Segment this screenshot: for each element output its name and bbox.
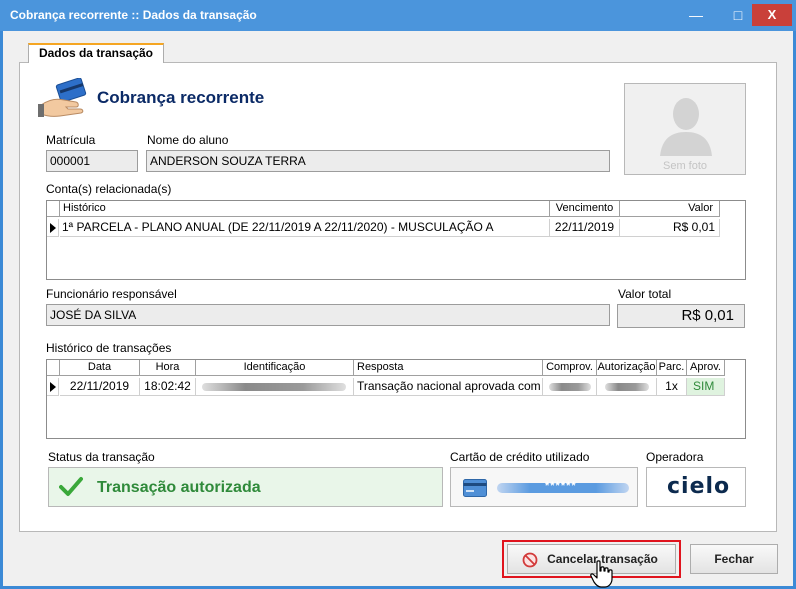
fechar-button[interactable]: Fechar [690,544,778,574]
window-title: Cobrança recorrente :: Dados da transaçã… [10,8,257,22]
redacted-comprov [549,383,591,391]
minimize-button[interactable]: — [676,0,716,31]
valor-total-label: Valor total [618,287,672,301]
transacoes-label: Histórico de transações [46,341,172,355]
close-window-button[interactable]: X [752,4,792,26]
status-label: Status da transação [48,450,155,464]
transacao-aprov-cell[interactable]: SIM [687,378,725,396]
cielo-logo: cielo [667,474,731,499]
matricula-field[interactable]: 000001 [46,150,138,172]
transacao-identificacao-cell[interactable] [196,378,354,396]
redacted-identificacao [202,383,346,391]
tab-dados-transacao[interactable]: Dados da transação [28,43,164,63]
row-indicator-icon [47,378,59,396]
valor-total-field[interactable]: R$ 0,01 [617,304,745,328]
transacao-parc-cell[interactable]: 1x [657,378,687,396]
transacoes-header-aprov[interactable]: Aprov. [687,360,725,376]
contas-header-vencimento[interactable]: Vencimento [550,201,620,217]
transacao-comprov-cell[interactable] [543,378,597,396]
contas-header-valor[interactable]: Valor [620,201,720,217]
transacao-resposta-cell[interactable]: Transação nacional aprovada com [354,378,543,396]
contas-header-indicator [47,201,60,217]
hand-card-icon [38,78,87,117]
photo-caption: Sem foto [662,160,708,172]
transacoes-header-indicator [47,360,60,376]
matricula-label: Matrícula [46,133,96,147]
transacoes-header-autorizacao[interactable]: Autorização [597,360,657,376]
card-number-masked: ****** [545,480,577,492]
conta-historico-cell[interactable]: 1ª PARCELA - PLANO ANUAL (DE 22/11/2019 … [60,219,550,237]
title-bar[interactable]: Cobrança recorrente :: Dados da transaçã… [0,0,796,31]
credit-card-icon [463,479,487,497]
transacoes-header-data[interactable]: Data [60,360,140,376]
conta-vencimento-cell[interactable]: 22/11/2019 [550,219,620,237]
transacao-data-cell[interactable]: 22/11/2019 [60,378,140,396]
transacao-hora-cell[interactable]: 18:02:42 [140,378,196,396]
nome-aluno-label: Nome do aluno [147,133,229,147]
status-box: Transação autorizada [48,467,443,507]
row-indicator-icon [47,219,59,237]
transacoes-header-hora[interactable]: Hora [140,360,196,376]
operadora-label: Operadora [646,450,704,464]
cartao-box: ****** [450,467,638,507]
conta-valor-cell[interactable]: R$ 0,01 [620,219,720,237]
contas-grid[interactable]: Histórico Vencimento Valor 1ª PARCELA - … [46,200,746,280]
photo-frame[interactable]: Sem foto [624,83,746,175]
hand-pointer-icon [590,560,613,588]
funcionario-label: Funcionário responsável [46,287,177,301]
transacoes-header-identificacao[interactable]: Identificação [196,360,354,376]
transacoes-header-comprov[interactable]: Comprov. [543,360,597,376]
cartao-label: Cartão de crédito utilizado [450,450,590,464]
checkmark-icon [59,477,83,496]
transacoes-header-parc[interactable]: Parc. [657,360,687,376]
nome-aluno-field[interactable]: ANDERSON SOUZA TERRA [146,150,610,172]
transacoes-grid[interactable]: Data Hora Identificação Resposta Comprov… [46,359,746,439]
status-value: Transação autorizada [97,479,261,496]
operadora-box: cielo [646,467,746,507]
contas-label: Conta(s) relacionada(s) [46,182,172,196]
avatar-placeholder-icon [660,98,712,156]
transacao-autorizacao-cell[interactable] [597,378,657,396]
header-title: Cobrança recorrente [97,88,265,107]
funcionario-field[interactable]: JOSÉ DA SILVA [46,304,610,326]
transacoes-header-resposta[interactable]: Resposta [354,360,543,376]
redacted-autorizacao [605,383,649,391]
contas-header-historico[interactable]: Histórico [60,201,550,217]
cancel-icon [522,552,538,568]
